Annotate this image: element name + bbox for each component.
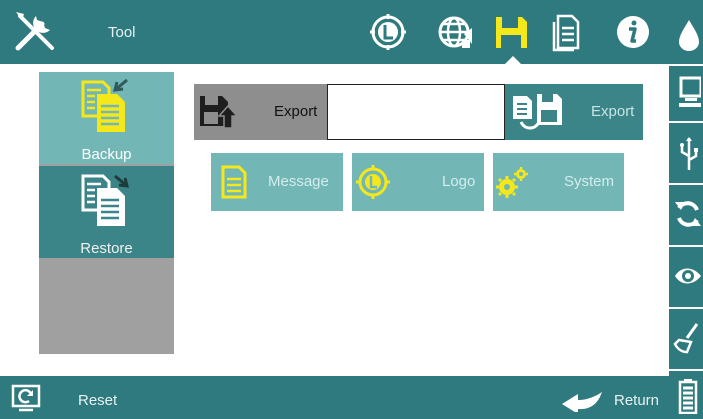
page-title: Tool <box>108 24 136 41</box>
reset-icon[interactable] <box>11 384 41 412</box>
divider <box>669 64 703 66</box>
top-bar: Tool <box>0 0 669 64</box>
export-file-icon <box>511 92 563 132</box>
logo-icon <box>356 165 390 199</box>
save-icon[interactable] <box>491 12 531 52</box>
category-label: Message <box>268 173 329 190</box>
category-logo-button[interactable]: Logo <box>352 153 484 211</box>
restore-button[interactable]: Restore <box>39 166 174 258</box>
category-message-button[interactable]: Message <box>211 153 343 211</box>
divider <box>669 183 703 185</box>
export-label: Export <box>591 103 635 120</box>
divider <box>669 369 703 371</box>
divider <box>669 307 703 309</box>
message-icon <box>217 165 251 199</box>
bottom-bar: Reset Return <box>0 376 669 419</box>
restore-label: Restore <box>80 240 133 257</box>
category-system-button[interactable]: System <box>493 153 624 211</box>
export-to-usb-button[interactable]: Export <box>194 84 327 140</box>
globe-icon[interactable] <box>436 12 476 52</box>
category-label: System <box>564 173 615 190</box>
monitor-icon[interactable] <box>673 74 703 110</box>
divider <box>669 245 703 247</box>
ink-drop-icon[interactable] <box>673 16 701 52</box>
export-filename-input[interactable] <box>327 84 505 140</box>
export-save-icon <box>198 94 239 130</box>
category-label: Logo <box>442 173 476 190</box>
active-indicator <box>505 56 521 64</box>
right-sidebar <box>669 0 703 419</box>
eye-icon[interactable] <box>673 258 701 294</box>
restore-icon <box>79 172 133 228</box>
info-icon[interactable] <box>613 12 653 52</box>
return-button[interactable]: Return <box>614 392 659 409</box>
logo-icon[interactable] <box>368 12 408 52</box>
export-label: Export <box>274 103 318 120</box>
reset-button[interactable]: Reset <box>78 392 117 409</box>
app-window: Tool Backup Restore Export Export Messag… <box>0 0 703 419</box>
battery-icon[interactable] <box>673 378 701 415</box>
return-arrow-icon[interactable] <box>560 390 604 414</box>
divider <box>669 121 703 123</box>
document-icon[interactable] <box>546 12 586 52</box>
gears-icon <box>495 165 529 199</box>
left-panel: Backup Restore <box>39 72 174 354</box>
backup-icon <box>79 78 133 134</box>
usb-icon[interactable] <box>673 136 701 172</box>
export-button[interactable]: Export <box>505 84 643 140</box>
backup-label: Backup <box>81 146 132 163</box>
refresh-icon[interactable] <box>673 196 701 232</box>
tools-icon[interactable] <box>12 8 58 54</box>
backup-button[interactable]: Backup <box>39 72 174 164</box>
clean-brush-icon[interactable] <box>673 320 701 356</box>
